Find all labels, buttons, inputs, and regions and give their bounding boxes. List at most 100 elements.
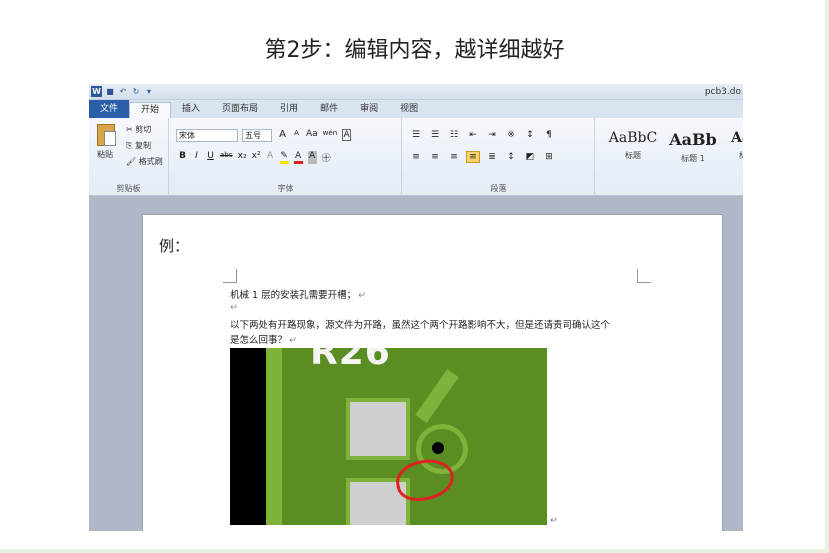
phonetic-guide-button[interactable]: wén (323, 129, 337, 141)
tab-insert[interactable]: 插入 (171, 102, 211, 118)
decrease-indent-icon[interactable]: ⇤ (466, 129, 480, 141)
slide-border-right (825, 0, 829, 553)
customize-qa-icon[interactable]: ▾ (144, 87, 154, 97)
enclose-char-icon[interactable]: ㊉ (322, 151, 331, 164)
doc-line-1: 机械 1 层的安装孔需要开槽； ↵ (230, 287, 366, 301)
example-label: 例： (159, 237, 190, 255)
style-heading2-name: 标题 (717, 150, 743, 161)
format-painter-button[interactable]: 🖌 格式刷 (126, 156, 163, 167)
tab-page-layout[interactable]: 页面布局 (211, 102, 269, 118)
underline-button[interactable]: U (206, 151, 215, 164)
tab-file[interactable]: 文件 (89, 100, 129, 118)
para-mark-3: ↵ (289, 335, 297, 346)
paragraph-row-bottom: ≡ ≡ ≡ ≡ ≣ ↕ ◩ ⊞ (409, 151, 556, 163)
font-group: 宋体 五号 A A Aa wén A B I U abc x₂ x² A ✎ A… (170, 118, 402, 196)
font-row-bottom: B I U abc x₂ x² A ✎ A A ㊉ (178, 151, 331, 164)
copy-button[interactable]: ⎘ 复制 (126, 140, 151, 151)
quick-access-toolbar: W ■ ↶ ↻ ▾ (91, 86, 154, 97)
paste-icon[interactable] (97, 124, 116, 146)
pcb-silkscreen-label: R26 (310, 348, 391, 373)
align-center-icon[interactable]: ≡ (428, 151, 442, 163)
margin-mark-left (223, 269, 237, 283)
copy-label: 复制 (134, 141, 151, 150)
format-painter-label: 格式刷 (138, 157, 163, 166)
line-spacing-icon[interactable]: ↕ (504, 151, 518, 163)
align-left-icon[interactable]: ≡ (409, 151, 423, 163)
word-app-icon[interactable]: W (91, 86, 102, 97)
distributed-icon[interactable]: ≣ (485, 151, 499, 163)
font-group-label: 字体 (277, 184, 294, 193)
redo-icon[interactable]: ↻ (131, 87, 141, 97)
char-shading-icon[interactable]: A (307, 151, 317, 164)
ribbon: 粘贴 ✂ 剪切 ⎘ 复制 🖌 格式刷 剪贴板 宋体 五号 A A Aa wén … (89, 118, 743, 196)
style-heading1-sample: AaBb (669, 130, 717, 149)
justify-icon[interactable]: ≡ (466, 151, 480, 163)
cut-button[interactable]: ✂ 剪切 (126, 124, 151, 135)
style-title-name: 标题 (625, 151, 641, 160)
para-mark-2: ↵ (230, 302, 238, 313)
sort-icon[interactable]: ↕ (523, 129, 537, 141)
tab-mailings[interactable]: 邮件 (309, 102, 349, 118)
ribbon-tabs: 文件 开始 插入 页面布局 引用 邮件 审阅 视图 (89, 100, 743, 118)
word-window: W ■ ↶ ↻ ▾ pcb3.do 文件 开始 插入 页面布局 引用 邮件 审阅… (89, 84, 743, 531)
font-name-combo[interactable]: 宋体 (176, 129, 238, 142)
show-marks-icon[interactable]: ¶ (542, 129, 556, 141)
paragraph-group-label: 段落 (490, 184, 507, 193)
highlight-color-icon[interactable]: ✎ (279, 151, 289, 164)
save-icon[interactable]: ■ (105, 87, 115, 97)
borders-icon[interactable]: ⊞ (542, 151, 556, 163)
grow-font-button[interactable]: A (278, 129, 287, 141)
char-border-button[interactable]: A (342, 129, 352, 141)
shading-icon[interactable]: ◩ (523, 151, 537, 163)
document-title: pcb3.do (704, 87, 741, 97)
pcb-trace (415, 369, 459, 423)
doc-line-2: 以下两处有开路现象，源文件为开路，虽然这个两个开路影响不大，但是还请贵司确认这个 (230, 320, 611, 331)
strikethrough-button[interactable]: abc (220, 151, 233, 164)
style-heading2-sample: AaB (731, 130, 743, 146)
style-heading1-name: 标题 1 (681, 154, 705, 163)
tab-view[interactable]: 视图 (389, 102, 429, 118)
clipboard-group-label: 剪贴板 (116, 184, 141, 193)
font-size-combo[interactable]: 五号 (242, 129, 272, 142)
slide-border-bottom (0, 549, 829, 553)
italic-button[interactable]: I (192, 151, 201, 164)
clipboard-group: 粘贴 ✂ 剪切 ⎘ 复制 🖌 格式刷 剪贴板 (89, 118, 169, 196)
pcb-board-edge (230, 348, 266, 525)
chinese-layout-icon[interactable]: ※ (504, 129, 518, 141)
tab-review[interactable]: 审阅 (349, 102, 389, 118)
font-color-icon[interactable]: A (293, 151, 303, 164)
document-page[interactable]: 例： 机械 1 层的安装孔需要开槽； ↵ ↵ 以下两处有开路现象，源文件为开路，虽… (142, 214, 723, 531)
increase-indent-icon[interactable]: ⇥ (485, 129, 499, 141)
para-mark-1: ↵ (358, 290, 367, 301)
numbering-icon[interactable]: ☰ (428, 129, 442, 141)
bullets-icon[interactable]: ☰ (409, 129, 423, 141)
step-heading: 第2步：编辑内容，越详细越好 (264, 38, 565, 63)
multilevel-list-icon[interactable]: ☷ (447, 129, 461, 141)
paste-button[interactable]: 粘贴 (97, 149, 113, 160)
shrink-font-button[interactable]: A (292, 129, 301, 141)
style-heading1[interactable]: AaBb 标题 1 (663, 122, 723, 172)
style-heading2[interactable]: AaB 标题 (717, 122, 743, 172)
title-bar: W ■ ↶ ↻ ▾ pcb3.do (89, 84, 743, 100)
paragraph-group: ☰ ☰ ☷ ⇤ ⇥ ※ ↕ ¶ ≡ ≡ ≡ ≡ ≣ ↕ ◩ ⊞ 段落 (403, 118, 595, 196)
pcb-copper-strip (266, 348, 282, 525)
change-case-button[interactable]: Aa (306, 129, 318, 141)
margin-mark-right (637, 269, 651, 283)
cut-label: 剪切 (135, 125, 152, 134)
bold-button[interactable]: B (178, 151, 187, 164)
tab-references[interactable]: 引用 (269, 102, 309, 118)
pcb-via-hole (432, 442, 444, 454)
subscript-button[interactable]: x₂ (238, 151, 247, 164)
pcb-pad-top (346, 398, 410, 460)
doc-line-1-text: 机械 1 层的安装孔需要开槽； (230, 290, 357, 301)
style-title-sample: AaBbC (608, 130, 658, 146)
undo-icon[interactable]: ↶ (118, 87, 128, 97)
tab-home[interactable]: 开始 (129, 102, 172, 118)
superscript-button[interactable]: x² (252, 151, 261, 164)
doc-line-3: 是怎么回事？ ↵ (230, 332, 297, 346)
font-row-top: A A Aa wén A (278, 129, 352, 141)
style-title[interactable]: AaBbC 标题 (603, 122, 663, 172)
image-para-mark: ↵ (548, 515, 558, 526)
align-right-icon[interactable]: ≡ (447, 151, 461, 163)
text-effects-icon[interactable]: A (266, 151, 275, 164)
